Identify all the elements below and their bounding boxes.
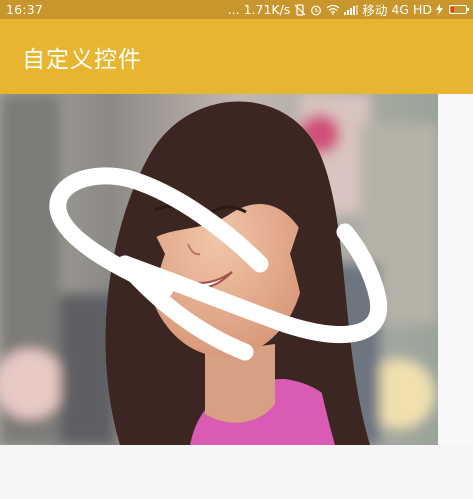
status-icons: ... 1.71K/s 移动 4G HD xyxy=(227,0,469,19)
charging-icon xyxy=(436,4,443,15)
battery-icon xyxy=(449,5,469,14)
status-carrier: 移动 xyxy=(362,3,388,18)
drawing-canvas[interactable] xyxy=(0,94,438,445)
status-net-speed: 1.71K/s xyxy=(243,2,291,17)
right-margin xyxy=(438,94,473,445)
alarm-icon xyxy=(311,5,322,15)
status-time: 16:37 xyxy=(6,2,44,17)
signal-icon xyxy=(344,4,359,15)
vibrate-off-icon xyxy=(294,3,306,16)
status-bar: 16:37 ... 1.71K/s 移动 4G HD xyxy=(0,0,473,19)
app-toolbar: 自定义控件 xyxy=(0,19,473,94)
page-title: 自定义控件 xyxy=(22,46,142,73)
status-dots: ... xyxy=(227,2,240,17)
photo-with-drawing xyxy=(0,94,438,445)
wifi-icon xyxy=(326,4,340,15)
status-network: 4G HD xyxy=(391,2,432,17)
content-area xyxy=(0,94,473,499)
